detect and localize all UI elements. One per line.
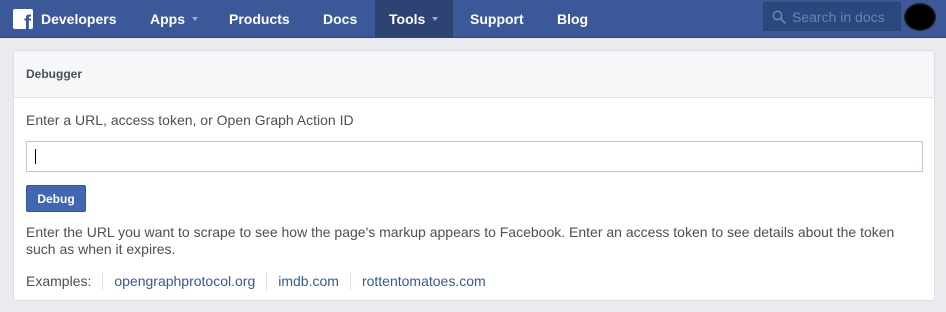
url-input-label: Enter a URL, access token, or Open Graph… bbox=[26, 112, 354, 128]
top-navigation-bar: f Developers Apps Products Docs Tools Su… bbox=[0, 0, 946, 38]
nav-item-products[interactable]: Products bbox=[214, 0, 309, 37]
nav-item-apps[interactable]: Apps bbox=[136, 0, 214, 37]
nav-item-label: Tools bbox=[389, 10, 426, 27]
nav-item-docs[interactable]: Docs bbox=[309, 0, 375, 37]
facebook-logo-icon: f bbox=[13, 8, 33, 29]
url-input[interactable] bbox=[26, 141, 923, 172]
debugger-panel: Debugger Enter a URL, access token, or O… bbox=[13, 50, 935, 301]
nav-brand-label: Developers bbox=[41, 10, 117, 27]
chevron-down-icon bbox=[192, 16, 198, 21]
nav-item-support[interactable]: Support bbox=[453, 0, 538, 37]
examples-label: Examples: bbox=[26, 273, 92, 289]
examples-row: Examples: opengraphprotocol.org imdb.com… bbox=[26, 272, 497, 290]
nav-item-label: Docs bbox=[323, 10, 358, 27]
nav-item-blog[interactable]: Blog bbox=[538, 0, 608, 37]
nav-item-label: Apps bbox=[150, 10, 185, 27]
example-link-rottentomatoes[interactable]: rottentomatoes.com bbox=[349, 272, 497, 290]
nav-item-label: Products bbox=[229, 10, 290, 27]
search-icon bbox=[772, 10, 786, 24]
nav-item-label: Blog bbox=[557, 10, 589, 27]
panel-title: Debugger bbox=[14, 51, 934, 98]
debugger-description: Enter the URL you want to scrape to see … bbox=[26, 224, 895, 257]
example-link-opengraphprotocol[interactable]: opengraphprotocol.org bbox=[102, 272, 266, 290]
nav-brand-developers[interactable]: f Developers bbox=[13, 0, 136, 37]
avatar[interactable] bbox=[904, 3, 936, 31]
debug-button[interactable]: Debug bbox=[26, 185, 86, 212]
search-input[interactable] bbox=[792, 8, 900, 25]
example-link-imdb[interactable]: imdb.com bbox=[266, 272, 350, 290]
text-cursor bbox=[35, 149, 36, 164]
nav-item-label: Support bbox=[470, 10, 524, 27]
nav-item-tools[interactable]: Tools bbox=[375, 0, 453, 37]
chevron-down-icon bbox=[432, 16, 439, 21]
docs-search-box[interactable] bbox=[763, 2, 901, 31]
